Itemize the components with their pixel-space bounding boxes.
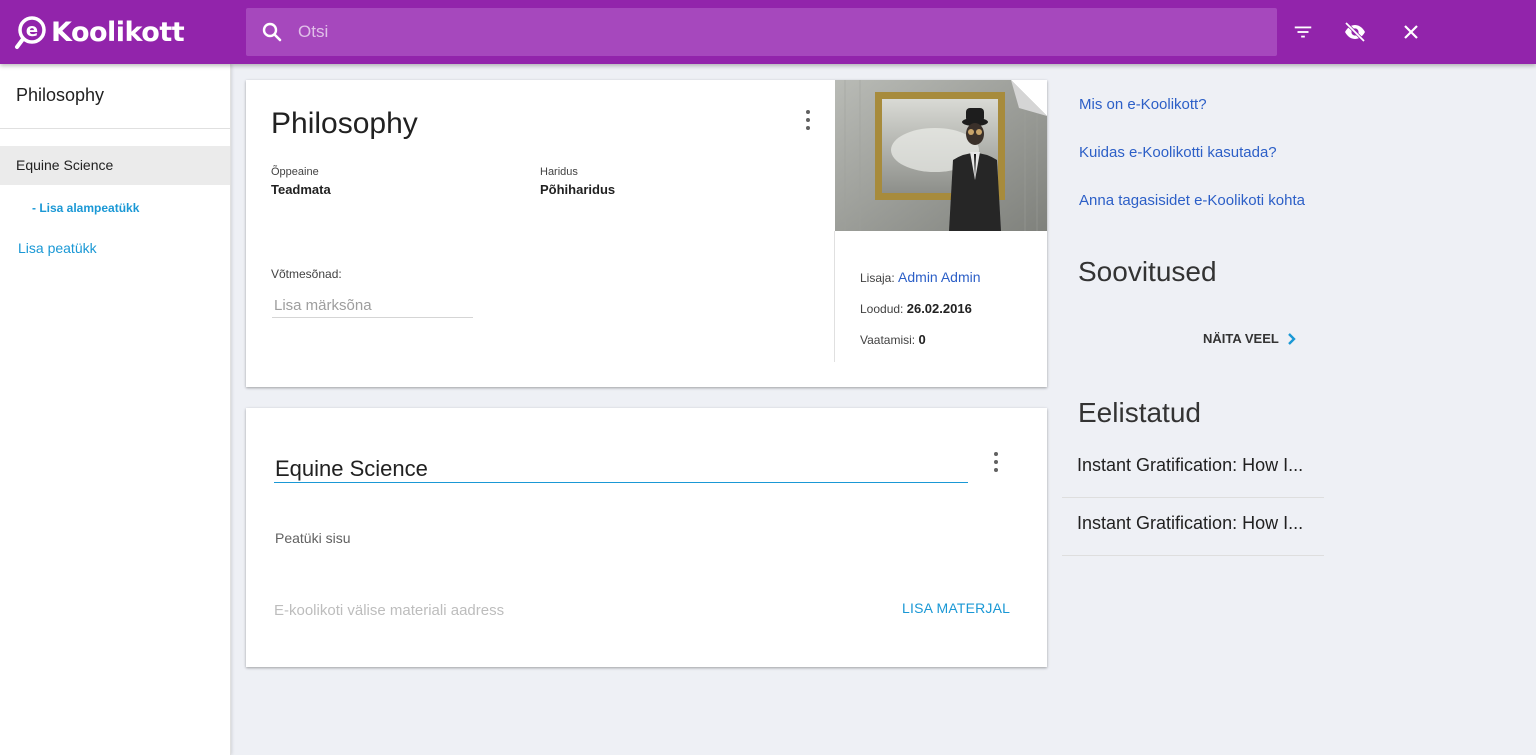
sidebar-item-equine-science[interactable]: Equine Science: [0, 146, 230, 185]
logo-text: Koolikott: [51, 16, 185, 48]
subject-value: Teadmata: [271, 182, 331, 197]
favorites-heading: Eelistatud: [1078, 397, 1201, 428]
external-material-url-input[interactable]: [274, 599, 834, 621]
more-vert-icon: [806, 110, 810, 114]
search-icon[interactable]: [260, 20, 284, 44]
material-title: Philosophy: [271, 107, 418, 140]
chapter-title-input[interactable]: [274, 455, 968, 483]
keyword-input[interactable]: [272, 293, 473, 318]
material-thumbnail[interactable]: [835, 80, 1047, 231]
recommendations-heading: Soovitused: [1078, 256, 1217, 287]
sidebar-title: Philosophy: [16, 85, 105, 105]
favorite-item[interactable]: Instant Gratification: How I...: [1062, 440, 1324, 498]
feedback-link[interactable]: Anna tagasisidet e-Koolikoti kohta: [1079, 192, 1305, 209]
what-is-ekoolikott-link[interactable]: Mis on e-Koolikott?: [1079, 96, 1207, 113]
material-card: Philosophy Õppeaine Teadmata Haridus Põh…: [246, 80, 1047, 387]
search-bar: [246, 8, 1277, 56]
chapter-card: Peatüki sisu LISA MATERJAL: [246, 408, 1047, 667]
info-divider: [834, 231, 835, 362]
how-to-use-link[interactable]: Kuidas e-Koolikotti kasutada?: [1079, 144, 1277, 161]
created-row: Loodud: 26.02.2016: [860, 301, 972, 316]
add-chapter-link[interactable]: Lisa peatükk: [18, 240, 97, 256]
education-value: Põhiharidus: [540, 182, 616, 197]
filter-icon: [1294, 26, 1312, 38]
logo[interactable]: e Koolikott: [14, 12, 185, 52]
svg-text:e: e: [26, 20, 38, 41]
add-subchapter-link[interactable]: - Lisa alampeatükk: [32, 201, 139, 215]
keywords-label: Võtmesõnad:: [271, 267, 342, 281]
filter-button[interactable]: [1287, 16, 1319, 48]
show-more-button[interactable]: NÄITA VEEL: [1203, 331, 1297, 346]
added-by-row: Lisaja: Admin Admin: [860, 269, 981, 285]
views-value: 0: [918, 332, 926, 347]
add-material-button[interactable]: LISA MATERJAL: [902, 600, 1010, 616]
logo-e-magnifier-icon: e: [15, 16, 46, 49]
chevron-right-icon: [1287, 332, 1296, 345]
favorite-item[interactable]: Instant Gratification: How I...: [1062, 498, 1324, 556]
subject-label: Õppeaine: [271, 166, 319, 178]
sidebar: Philosophy Equine Science - Lisa alampea…: [0, 64, 231, 755]
created-value: 26.02.2016: [906, 301, 972, 316]
views-label: Vaatamisi:: [860, 333, 916, 347]
visibility-off-icon: [1344, 21, 1366, 43]
close-icon: [1404, 25, 1418, 39]
created-label: Loodud:: [860, 302, 904, 316]
views-row: Vaatamisi: 0: [860, 332, 926, 347]
added-by-label: Lisaja:: [860, 271, 895, 285]
show-more-label: NÄITA VEEL: [1203, 331, 1279, 346]
chapter-content-placeholder[interactable]: Peatüki sisu: [275, 530, 350, 546]
added-by-link[interactable]: Admin Admin: [898, 269, 980, 285]
top-app-bar: e Koolikott: [0, 0, 1536, 64]
chapter-menu-button[interactable]: [992, 452, 1000, 472]
hide-button[interactable]: [1339, 16, 1371, 48]
thumbnail-image: [835, 80, 1047, 231]
search-input[interactable]: [298, 8, 1258, 56]
material-menu-button[interactable]: [804, 110, 812, 130]
close-button[interactable]: [1395, 16, 1427, 48]
more-vert-icon: [994, 452, 998, 456]
education-label: Haridus: [540, 166, 578, 178]
sidebar-divider: [0, 128, 230, 129]
